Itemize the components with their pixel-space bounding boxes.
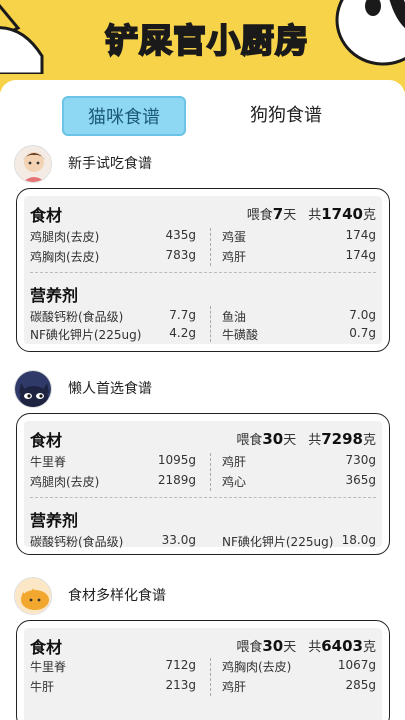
app-title: 铲屎官小厨房 <box>104 20 309 61</box>
ingredient-name: 牛里脊 <box>30 660 67 674</box>
ingredient-name: 牛肝 <box>30 680 55 694</box>
feed-summary: 喂食7天 共1740克 <box>246 205 376 223</box>
section-divider <box>30 497 376 498</box>
ingredient-name: 鸡胸肉(去皮) <box>30 250 100 264</box>
nutrient-name: 碳酸钙粉(食品级) <box>30 535 124 549</box>
ingredient-value: 2189g <box>157 473 196 487</box>
feed-summary: 喂食30天 共7298克 <box>236 430 376 448</box>
nutrient-value: 7.7g <box>169 308 196 322</box>
recipe-tabs: 猫咪食谱 狗狗食谱 <box>0 96 405 140</box>
ingredient-value: 213g <box>165 678 196 692</box>
recipe-card[interactable]: 食材 喂食7天 共1740克 鸡腿肉(去皮) 435g 鸡蛋 174g 鸡胸肉(去… <box>16 188 390 352</box>
column-divider <box>210 658 211 696</box>
nutrient-name: 牛磺酸 <box>222 328 259 342</box>
header-banner: 铲屎官小厨房 <box>0 0 405 92</box>
nutrient-value: 33.0g <box>161 533 196 547</box>
nutrients-label: 营养剂 <box>30 286 79 305</box>
ingredient-value: 174g <box>345 248 376 262</box>
ingredient-value: 174g <box>345 228 376 242</box>
column-divider <box>210 228 211 266</box>
ingredients-label: 食材 <box>30 206 63 225</box>
ingredient-value: 435g <box>165 228 196 242</box>
ingredient-name: 鸡心 <box>222 475 247 489</box>
ingredient-value: 730g <box>345 453 376 467</box>
ingredient-value: 365g <box>345 473 376 487</box>
tab-cat-recipes[interactable]: 猫咪食谱 <box>62 96 186 136</box>
nutrient-value: 18.0g <box>341 533 376 547</box>
ingredient-value: 285g <box>345 678 376 692</box>
nutrient-value: 7.0g <box>349 308 376 322</box>
section-title: 食材多样化食谱 <box>68 588 166 604</box>
ingredients-header: 食材 喂食7天 共1740克 <box>24 200 382 226</box>
section-divider <box>30 272 376 273</box>
recipe-card-body: 食材 喂食30天 共7298克 牛里脊 1095g 鸡肝 730g 鸡腿肉(去皮)… <box>24 421 382 549</box>
recipe-card[interactable]: 食材 喂食30天 共6403克 牛里脊 712g 鸡胸肉(去皮) 1067g 牛肝… <box>16 620 390 720</box>
tab-dog-recipes[interactable]: 狗狗食谱 <box>226 96 346 136</box>
ingredient-name: 鸡腿肉(去皮) <box>30 230 100 244</box>
column-divider <box>210 453 211 491</box>
ingredient-name: 鸡蛋 <box>222 230 247 244</box>
section-title: 懒人首选食谱 <box>68 381 152 397</box>
avatar <box>14 577 52 615</box>
recipe-card[interactable]: 食材 喂食30天 共7298克 牛里脊 1095g 鸡肝 730g 鸡腿肉(去皮)… <box>16 413 390 555</box>
ingredient-name: 鸡肝 <box>222 680 247 694</box>
cat-ear-icon <box>0 4 44 74</box>
recipe-card-body: 食材 喂食30天 共6403克 牛里脊 712g 鸡胸肉(去皮) 1067g 牛肝… <box>24 628 382 720</box>
recipe-card-body: 食材 喂食7天 共1740克 鸡腿肉(去皮) 435g 鸡蛋 174g 鸡胸肉(去… <box>24 196 382 344</box>
ingredient-value: 1067g <box>337 658 376 672</box>
ingredient-name: 鸡肝 <box>222 250 247 264</box>
ingredient-name: 鸡腿肉(去皮) <box>30 475 100 489</box>
ingredients-header: 食材 喂食30天 共6403克 <box>24 632 382 658</box>
nutrient-name: 鱼油 <box>222 310 247 324</box>
nutrients-label: 营养剂 <box>30 511 79 530</box>
section-header[interactable]: 食材多样化食谱 <box>14 577 394 615</box>
ingredient-name: 牛里脊 <box>30 455 67 469</box>
ingredient-value: 1095g <box>157 453 196 467</box>
ingredients-header: 食材 喂食30天 共7298克 <box>24 425 382 451</box>
avatar <box>14 145 52 183</box>
ingredient-name: 鸡肝 <box>222 455 247 469</box>
section-header[interactable]: 懒人首选食谱 <box>14 370 394 408</box>
nutrients-header: 营养剂 <box>24 280 382 306</box>
column-divider <box>210 306 211 342</box>
feed-summary: 喂食30天 共6403克 <box>236 637 376 655</box>
nutrient-value: 0.7g <box>349 326 376 340</box>
section-header[interactable]: 新手试吃食谱 <box>14 145 394 183</box>
ingredients-label: 食材 <box>30 431 63 450</box>
ingredient-name: 鸡胸肉(去皮) <box>222 660 292 674</box>
nutrient-name: NF碘化钾片(225ug) <box>222 535 334 549</box>
nutrient-name: NF碘化钾片(225ug) <box>30 328 142 342</box>
avatar <box>14 370 52 408</box>
section-title: 新手试吃食谱 <box>68 156 152 172</box>
nutrient-value: 4.2g <box>169 326 196 340</box>
ingredient-value: 783g <box>165 248 196 262</box>
nutrient-name: 碳酸钙粉(食品级) <box>30 310 124 324</box>
nutrients-header: 营养剂 <box>24 505 382 531</box>
ingredients-label: 食材 <box>30 638 63 657</box>
ingredient-value: 712g <box>165 658 196 672</box>
